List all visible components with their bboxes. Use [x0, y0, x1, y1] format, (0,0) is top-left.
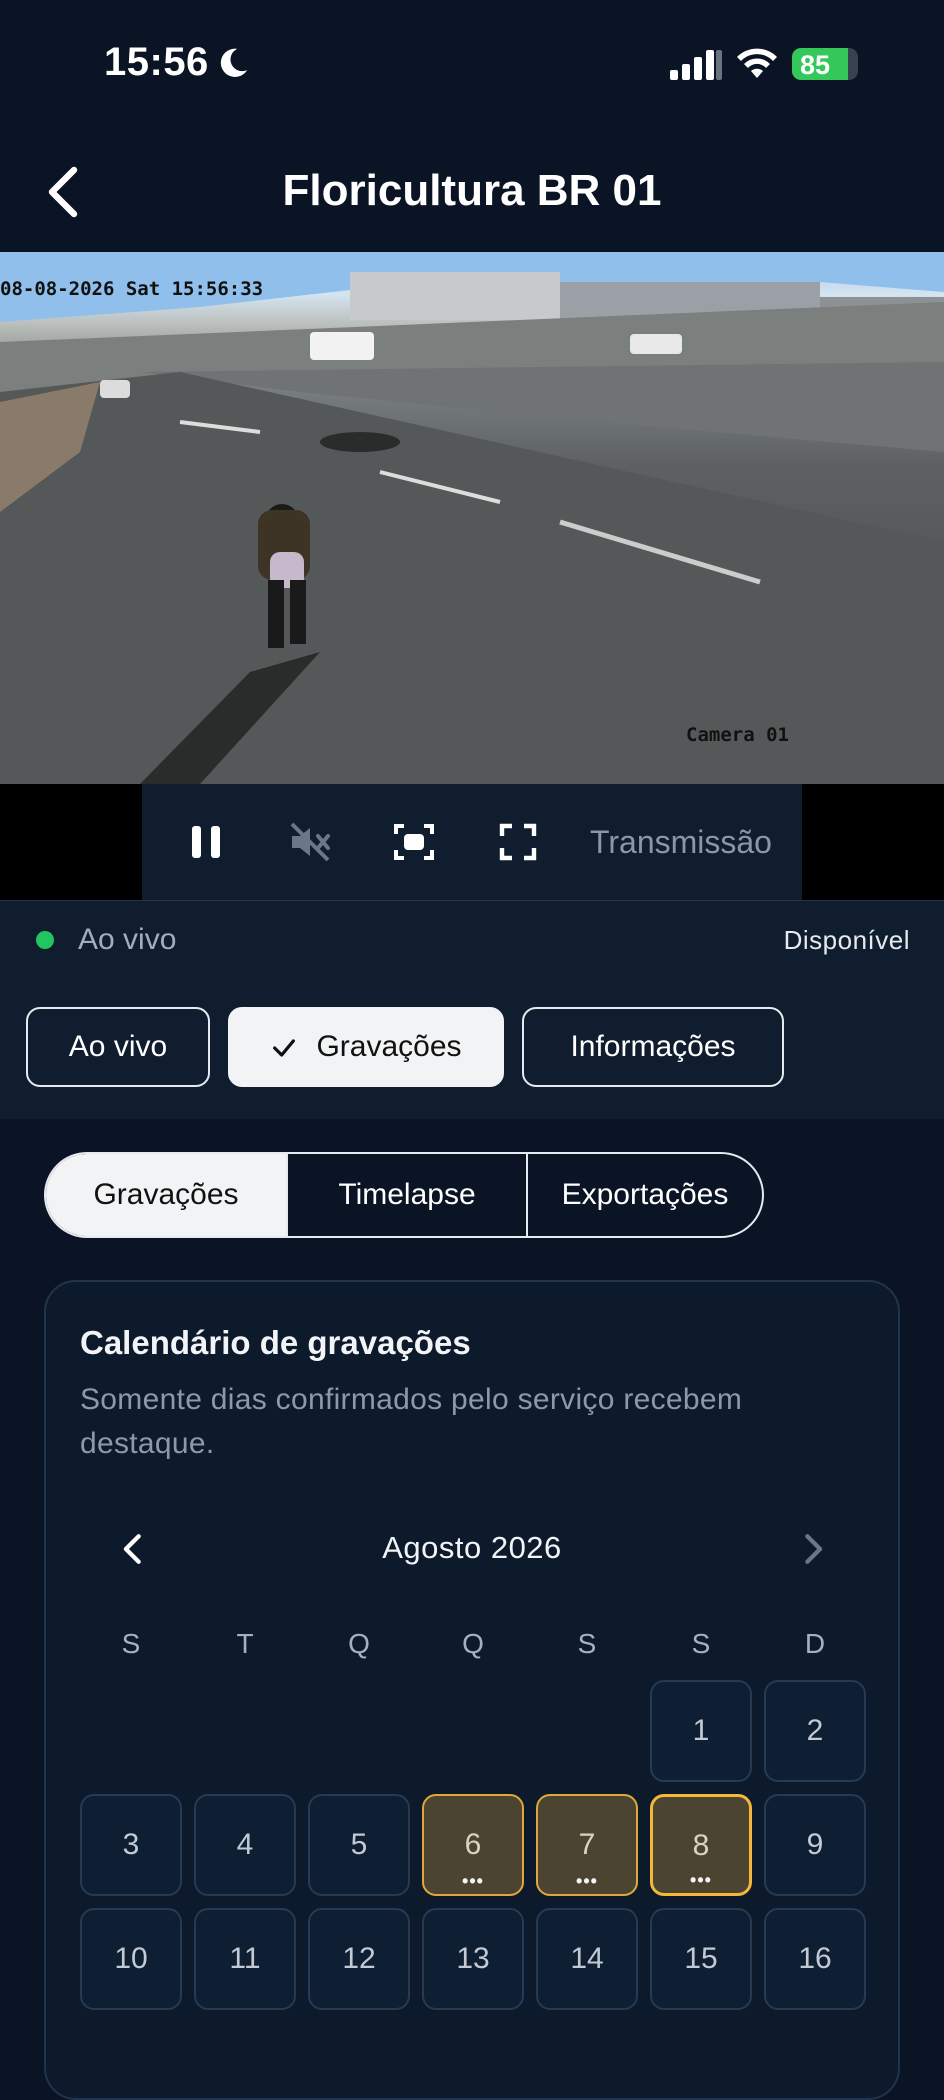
weekday-label: D — [804, 1628, 826, 1659]
day-number: 14 — [570, 1942, 604, 1975]
player-controls: Transmissão — [142, 784, 802, 900]
calendar-day-10[interactable]: 10 — [80, 1908, 182, 2010]
camera-feed[interactable]: 08-08-2026 Sat 15:56:33 Camera 01 — [0, 252, 944, 784]
weekday-label: S — [577, 1628, 597, 1659]
day-number: 5 — [350, 1828, 368, 1861]
day-number: 13 — [456, 1942, 490, 1975]
weekday-label: Q — [462, 1628, 484, 1659]
status-bar: 15:56 85 — [0, 0, 944, 128]
camera-timestamp: 08-08-2026 Sat 15:56:33 — [0, 278, 264, 300]
calendar-day-11[interactable]: 11 — [194, 1908, 296, 2010]
check-icon — [273, 1039, 296, 1057]
transmission-label[interactable]: Transmissão — [590, 824, 772, 861]
calendar-day-13[interactable]: 13 — [422, 1908, 524, 2010]
day-number: 1 — [692, 1714, 710, 1747]
weekday-label: S — [121, 1628, 141, 1659]
recording-indicator-icon: ••• — [690, 1870, 712, 1890]
recordings-calendar-card: Calendário de gravações Somente dias con… — [44, 1280, 900, 2100]
weekday-label: S — [691, 1628, 711, 1659]
day-number: 7 — [578, 1828, 596, 1861]
segment-gravacoes[interactable]: Gravações — [46, 1154, 286, 1236]
segment-timelapse[interactable]: Timelapse — [288, 1154, 526, 1236]
calendar-title: Calendário de gravações — [80, 1324, 471, 1361]
calendar-day-3[interactable]: 3 — [80, 1794, 182, 1896]
camera-label: Camera 01 — [686, 724, 789, 746]
screen-fit-icon[interactable] — [390, 818, 438, 866]
tab-ao-vivo[interactable]: Ao vivo — [26, 1007, 210, 1087]
live-status-dot — [36, 931, 54, 949]
day-number: 16 — [798, 1942, 832, 1975]
pause-icon[interactable] — [182, 818, 230, 866]
recordings-segmented-control: Gravações Timelapse Exportações — [44, 1152, 764, 1238]
calendar-day-16[interactable]: 16 — [764, 1908, 866, 2010]
wifi-icon — [737, 48, 777, 78]
calendar-day-1[interactable]: 1 — [650, 1680, 752, 1782]
battery-level-text: 85 — [800, 50, 831, 80]
day-number: 9 — [806, 1828, 824, 1861]
day-number: 8 — [692, 1829, 710, 1862]
availability-text: Disponível — [783, 925, 910, 955]
calendar-day-8[interactable]: 8 ••• — [650, 1794, 752, 1896]
segment-exportacoes[interactable]: Exportações — [528, 1154, 762, 1236]
fullscreen-icon[interactable] — [494, 818, 542, 866]
day-number: 10 — [114, 1942, 148, 1975]
calendar-day-6[interactable]: 6 ••• — [422, 1794, 524, 1896]
page-title: Floricultura BR 01 — [282, 166, 662, 215]
day-number: 2 — [806, 1714, 824, 1747]
day-number: 3 — [122, 1828, 140, 1861]
status-time: 15:56 — [104, 40, 209, 84]
calendar-day-5[interactable]: 5 — [308, 1794, 410, 1896]
weekday-label: T — [236, 1628, 254, 1659]
weekday-label: Q — [348, 1628, 370, 1659]
calendar-day-7[interactable]: 7 ••• — [536, 1794, 638, 1896]
tab-label: Ao vivo — [68, 1030, 168, 1063]
calendar-day-2[interactable]: 2 — [764, 1680, 866, 1782]
calendar-subtitle: Somente dias confirmados pelo serviço re… — [80, 1383, 743, 1460]
tab-gravacoes[interactable]: Gravações — [228, 1007, 504, 1087]
calendar-month: Agosto 2026 — [382, 1530, 562, 1565]
day-number: 4 — [236, 1828, 254, 1861]
moon-icon — [220, 48, 248, 77]
camera-scene — [0, 252, 944, 784]
calendar-day-12[interactable]: 12 — [308, 1908, 410, 2010]
recording-indicator-icon: ••• — [576, 1871, 598, 1891]
day-number: 15 — [684, 1942, 718, 1975]
tab-label: Informações — [570, 1030, 736, 1063]
live-status-section: Ao vivo Disponível Ao vivo Gravações Inf… — [0, 900, 944, 1119]
next-month-icon[interactable] — [798, 1532, 828, 1566]
recording-indicator-icon: ••• — [462, 1871, 484, 1891]
live-status-text: Ao vivo — [78, 923, 177, 956]
day-number: 11 — [229, 1942, 261, 1975]
battery-indicator: 85 — [792, 48, 858, 80]
calendar-day-9[interactable]: 9 — [764, 1794, 866, 1896]
mute-icon[interactable] — [286, 818, 334, 866]
calendar-day-4[interactable]: 4 — [194, 1794, 296, 1896]
day-number: 6 — [464, 1828, 482, 1861]
tab-informacoes[interactable]: Informações — [522, 1007, 784, 1087]
tab-label: Gravações — [316, 1030, 462, 1063]
cellular-signal-icon — [670, 50, 722, 80]
header: Floricultura BR 01 — [0, 128, 944, 252]
calendar-day-14[interactable]: 14 — [536, 1908, 638, 2010]
calendar-day-15[interactable]: 15 — [650, 1908, 752, 2010]
day-number: 12 — [342, 1942, 376, 1975]
